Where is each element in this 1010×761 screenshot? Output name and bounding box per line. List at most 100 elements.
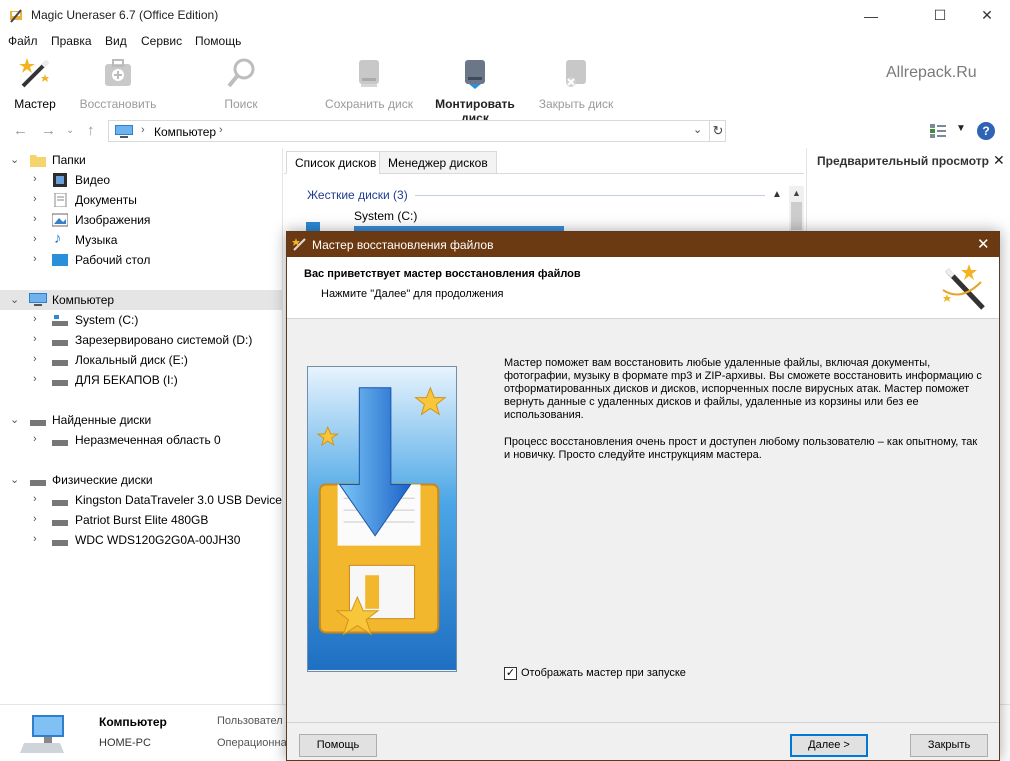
- chevron-down-icon[interactable]: ⌄: [10, 413, 19, 426]
- save-disk-button[interactable]: Сохранить диск: [324, 56, 414, 111]
- minimize-button[interactable]: —: [848, 0, 894, 31]
- forward-arrow-icon[interactable]: →: [41, 122, 56, 139]
- chevron-right-icon[interactable]: ›: [33, 373, 37, 385]
- menu-service[interactable]: Сервис: [141, 34, 182, 48]
- drive-icon: [52, 500, 68, 506]
- menu-bar: Файл Правка Вид Сервис Помощь: [0, 31, 1010, 51]
- chevron-right-icon[interactable]: ›: [33, 333, 37, 345]
- chevron-right-icon[interactable]: ›: [33, 533, 37, 545]
- disk-item-system-c[interactable]: System (C:): [354, 209, 417, 223]
- view-dropdown-icon[interactable]: ▼: [956, 123, 966, 134]
- address-row: ← → ⌄ ↑ › Компьютер › ⌄ ↻ ▼ ?: [0, 116, 1010, 146]
- view-mode-icon[interactable]: [930, 124, 946, 138]
- chevron-right-icon[interactable]: ›: [33, 193, 37, 205]
- chevron-down-icon[interactable]: ⌄: [66, 125, 74, 136]
- disk-close-icon: [566, 60, 586, 87]
- dialog-paragraph-1: Мастер поможет вам восстановить любые уд…: [504, 357, 982, 421]
- tree-label: Найденные диски: [52, 413, 152, 427]
- tree-node-images[interactable]: › Изображения: [0, 210, 283, 230]
- chevron-right-icon[interactable]: ›: [33, 253, 37, 265]
- close-icon[interactable]: ✕: [993, 152, 1005, 169]
- list-scrollbar[interactable]: ▲: [789, 186, 804, 231]
- tree-label: System (C:): [75, 313, 139, 327]
- tree-label: Папки: [52, 153, 86, 167]
- maximize-button[interactable]: ☐: [917, 0, 963, 31]
- tree-node-documents[interactable]: › Документы: [0, 190, 283, 210]
- tree-node-patriot[interactable]: › Patriot Burst Elite 480GB: [0, 510, 283, 530]
- group-header-hard-disks[interactable]: Жесткие диски (3): [307, 188, 408, 202]
- collapse-caret-icon[interactable]: ▲: [772, 189, 782, 200]
- wizard-wand-icon: [292, 238, 306, 251]
- chevron-right-icon[interactable]: ›: [33, 433, 37, 445]
- tree-node-physical-disks[interactable]: ⌄ Физические диски: [0, 470, 283, 490]
- tree-label: ДЛЯ БЕКАПОВ (I:): [75, 373, 178, 387]
- tree-node-found-disks[interactable]: ⌄ Найденные диски: [0, 410, 283, 430]
- show-wizard-checkbox[interactable]: ✓: [504, 667, 517, 680]
- tree-node-kingston[interactable]: › Kingston DataTraveler 3.0 USB Device: [0, 490, 283, 510]
- watermark: Allrepack.Ru: [886, 64, 977, 81]
- tree-node-folders[interactable]: ⌄ Папки: [0, 150, 283, 170]
- tab-disk-manager[interactable]: Менеджер дисков: [379, 151, 497, 174]
- mount-disk-button[interactable]: Монтировать диск: [422, 56, 528, 125]
- dialog-close-icon[interactable]: ✕: [977, 235, 990, 253]
- tree-label: Рабочий стол: [75, 253, 151, 267]
- drive-icon: [30, 480, 46, 486]
- dialog-paragraph-2: Процесс восстановления очень прост и дос…: [504, 436, 978, 461]
- tree-node-system-c[interactable]: › System (C:): [0, 310, 283, 330]
- chevron-down-icon[interactable]: ⌄: [10, 153, 19, 166]
- menu-view[interactable]: Вид: [105, 34, 127, 48]
- search-button[interactable]: Поиск: [216, 56, 266, 111]
- close-button[interactable]: Закрыть: [910, 734, 988, 757]
- title-bar: Magic Uneraser 6.7 (Office Edition) — ☐ …: [0, 0, 1010, 31]
- preview-title: Предварительный просмотр: [817, 154, 989, 168]
- scroll-up-icon[interactable]: ▲: [792, 188, 801, 198]
- up-arrow-icon[interactable]: ↑: [87, 122, 95, 139]
- tree-node-wdc[interactable]: › WDC WDS120G2G0A-00JH30: [0, 530, 283, 550]
- tree-node-reserved-d[interactable]: › Зарезервировано системой (D:): [0, 330, 283, 350]
- scroll-thumb[interactable]: [791, 202, 802, 230]
- close-disk-button[interactable]: Закрыть диск: [536, 56, 616, 111]
- chevron-down-icon[interactable]: ⌄: [10, 293, 19, 306]
- help-icon[interactable]: ?: [977, 122, 995, 140]
- address-dropdown-icon[interactable]: ⌄: [693, 123, 702, 136]
- chevron-right-icon[interactable]: ›: [33, 173, 37, 185]
- tree-node-desktop[interactable]: › Рабочий стол: [0, 250, 283, 270]
- chevron-right-icon[interactable]: ›: [33, 353, 37, 365]
- dialog-heading: Вас приветствует мастер восстановления ф…: [304, 268, 581, 280]
- tree-node-computer[interactable]: ⌄ Компьютер: [0, 290, 283, 310]
- next-button[interactable]: Далее >: [790, 734, 868, 757]
- chevron-right-icon[interactable]: ›: [33, 213, 37, 225]
- back-arrow-icon[interactable]: ←: [13, 122, 28, 139]
- help-button[interactable]: Помощь: [299, 734, 377, 757]
- close-disk-label: Закрыть диск: [538, 97, 614, 111]
- breadcrumb-chevron-icon: ›: [141, 124, 145, 136]
- menu-file[interactable]: Файл: [8, 34, 38, 48]
- tree-label: Видео: [75, 173, 111, 187]
- refresh-icon[interactable]: ↻: [709, 121, 726, 141]
- chevron-right-icon[interactable]: ›: [33, 493, 37, 505]
- disk-save-icon: [359, 60, 379, 87]
- tree-node-local-e[interactable]: › Локальный диск (E:): [0, 350, 283, 370]
- tree-label: WDC WDS120G2G0A-00JH30: [75, 533, 241, 547]
- tab-disk-list[interactable]: Список дисков: [286, 151, 386, 174]
- chevron-right-icon[interactable]: ›: [33, 313, 37, 325]
- close-window-button[interactable]: ✕: [964, 0, 1010, 31]
- tree-node-backups-i[interactable]: › ДЛЯ БЕКАПОВ (I:): [0, 370, 283, 390]
- menu-edit[interactable]: Правка: [51, 34, 92, 48]
- breadcrumb-computer[interactable]: Компьютер: [154, 125, 216, 139]
- chevron-down-icon[interactable]: ⌄: [10, 473, 19, 486]
- tree-node-unallocated[interactable]: › Неразмеченная область 0: [0, 430, 283, 450]
- tree-node-video[interactable]: › Видео: [0, 170, 283, 190]
- tree-label: Patriot Burst Elite 480GB: [75, 513, 209, 527]
- master-button[interactable]: Мастер: [8, 56, 62, 111]
- wizard-wand-icon: [19, 58, 50, 88]
- breadcrumb-chevron-icon[interactable]: ›: [219, 124, 223, 136]
- dialog-divider: [287, 722, 999, 723]
- address-bar[interactable]: › Компьютер › ⌄ ↻: [108, 120, 726, 142]
- chevron-right-icon[interactable]: ›: [33, 233, 37, 245]
- search-label: Поиск: [224, 97, 258, 111]
- chevron-right-icon[interactable]: ›: [33, 513, 37, 525]
- restore-button[interactable]: Восстановить: [78, 56, 158, 111]
- menu-help[interactable]: Помощь: [195, 34, 241, 48]
- tree-node-music[interactable]: › ♪ Музыка: [0, 230, 283, 250]
